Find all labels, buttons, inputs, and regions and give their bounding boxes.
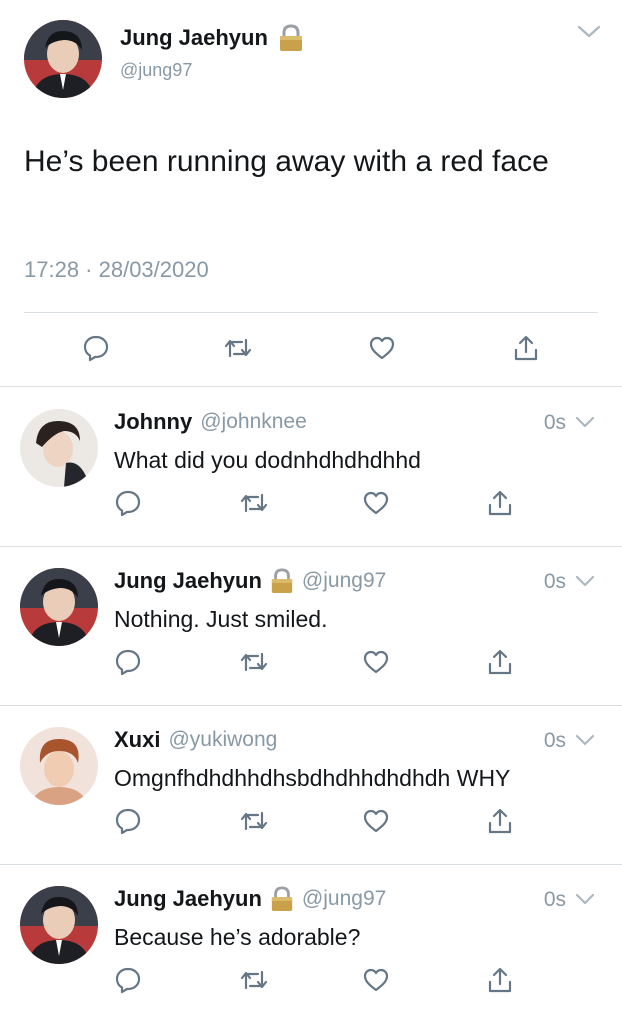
- reply-time[interactable]: 0s: [544, 570, 566, 594]
- avatar[interactable]: [20, 886, 98, 964]
- reply-text: Because he’s adorable?: [114, 924, 361, 950]
- author-name[interactable]: Jung Jaehyun: [120, 24, 304, 52]
- tweet-actions: [0, 330, 622, 370]
- reply-tweet[interactable]: Xuxi @yukiwong 0s Omgnfhdhdhhdhsbdhdhhdh…: [0, 705, 622, 863]
- tweet-actions: [0, 803, 622, 843]
- author-name[interactable]: Xuxi: [114, 727, 160, 753]
- chevron-down-icon[interactable]: [574, 729, 596, 751]
- like-icon: [362, 808, 390, 834]
- author-handle[interactable]: @jung97: [120, 60, 192, 81]
- share-icon: [487, 966, 513, 994]
- like-icon: [368, 335, 396, 361]
- reply-button[interactable]: [110, 962, 146, 998]
- author-name[interactable]: Johnny: [114, 409, 192, 435]
- like-icon: [362, 649, 390, 675]
- author-name[interactable]: Jung Jaehyun: [114, 568, 262, 594]
- reply-text: Omgnfhdhdhhdhsbdhdhhdhdhdh WHY: [114, 765, 511, 791]
- share-button[interactable]: [508, 330, 544, 366]
- retweet-button[interactable]: [236, 644, 272, 680]
- retweet-icon: [239, 808, 269, 834]
- share-button[interactable]: [482, 962, 518, 998]
- chevron-down-icon[interactable]: [576, 20, 601, 42]
- reply-time[interactable]: 0s: [544, 411, 566, 435]
- tweet-timestamp[interactable]: 17:28 · 28/03/2020: [24, 257, 209, 283]
- like-button[interactable]: [364, 330, 400, 366]
- lock-icon: [278, 24, 304, 52]
- tweet-actions: [0, 485, 622, 525]
- retweet-button[interactable]: [236, 803, 272, 839]
- reply-button[interactable]: [110, 644, 146, 680]
- reply-button[interactable]: [110, 803, 146, 839]
- share-icon: [487, 807, 513, 835]
- reply-text: What did you dodnhdhdhdhhd: [114, 447, 421, 473]
- chevron-down-icon[interactable]: [574, 570, 596, 592]
- retweet-button[interactable]: [220, 330, 256, 366]
- divider: [24, 312, 598, 313]
- reply-icon: [82, 334, 110, 362]
- avatar[interactable]: [20, 409, 98, 487]
- share-icon: [487, 489, 513, 517]
- reply-icon: [114, 648, 142, 676]
- reply-button[interactable]: [110, 485, 146, 521]
- avatar[interactable]: [20, 568, 98, 646]
- lock-icon: [270, 568, 294, 594]
- tweet-actions: [0, 644, 622, 684]
- like-icon: [362, 490, 390, 516]
- tweet-text: He’s been running away with a red face: [24, 145, 549, 178]
- like-button[interactable]: [358, 485, 394, 521]
- like-button[interactable]: [358, 644, 394, 680]
- author-handle[interactable]: @yukiwong: [168, 728, 277, 752]
- share-button[interactable]: [482, 485, 518, 521]
- like-button[interactable]: [358, 803, 394, 839]
- reply-icon: [114, 489, 142, 517]
- reply-header: Jung Jaehyun @jung97: [114, 886, 386, 912]
- retweet-icon: [239, 967, 269, 993]
- main-tweet: Jung Jaehyun @jung97 He’s been running a…: [0, 0, 622, 386]
- reply-tweet[interactable]: Jung Jaehyun @jung97 0s Nothing. Just sm…: [0, 546, 622, 704]
- avatar[interactable]: [20, 727, 98, 805]
- reply-time[interactable]: 0s: [544, 729, 566, 753]
- author-handle[interactable]: @johnknee: [200, 410, 307, 434]
- author-handle[interactable]: @jung97: [302, 569, 386, 593]
- retweet-icon: [223, 335, 253, 361]
- retweet-button[interactable]: [236, 485, 272, 521]
- author-name-text[interactable]: Jung Jaehyun: [120, 25, 268, 51]
- lock-icon: [270, 886, 294, 912]
- reply-icon: [114, 807, 142, 835]
- avatar[interactable]: [24, 20, 102, 98]
- share-icon: [487, 648, 513, 676]
- reply-icon: [114, 966, 142, 994]
- reply-header: Jung Jaehyun @jung97: [114, 568, 386, 594]
- like-icon: [362, 967, 390, 993]
- chevron-down-icon[interactable]: [574, 411, 596, 433]
- retweet-button[interactable]: [236, 962, 272, 998]
- like-button[interactable]: [358, 962, 394, 998]
- reply-tweet[interactable]: Johnny @johnknee 0s What did you dodnhdh…: [0, 387, 622, 545]
- reply-text: Nothing. Just smiled.: [114, 606, 328, 632]
- author-name[interactable]: Jung Jaehyun: [114, 886, 262, 912]
- share-button[interactable]: [482, 803, 518, 839]
- retweet-icon: [239, 490, 269, 516]
- tweet-actions: [0, 962, 622, 1002]
- author-handle[interactable]: @jung97: [302, 887, 386, 911]
- share-icon: [513, 334, 539, 362]
- reply-header: Johnny @johnknee: [114, 409, 307, 435]
- share-button[interactable]: [482, 644, 518, 680]
- reply-button[interactable]: [78, 330, 114, 366]
- reply-time[interactable]: 0s: [544, 888, 566, 912]
- reply-header: Xuxi @yukiwong: [114, 727, 277, 753]
- reply-tweet[interactable]: Jung Jaehyun @jung97 0s Because he’s ado…: [0, 864, 622, 1022]
- retweet-icon: [239, 649, 269, 675]
- chevron-down-icon[interactable]: [574, 888, 596, 910]
